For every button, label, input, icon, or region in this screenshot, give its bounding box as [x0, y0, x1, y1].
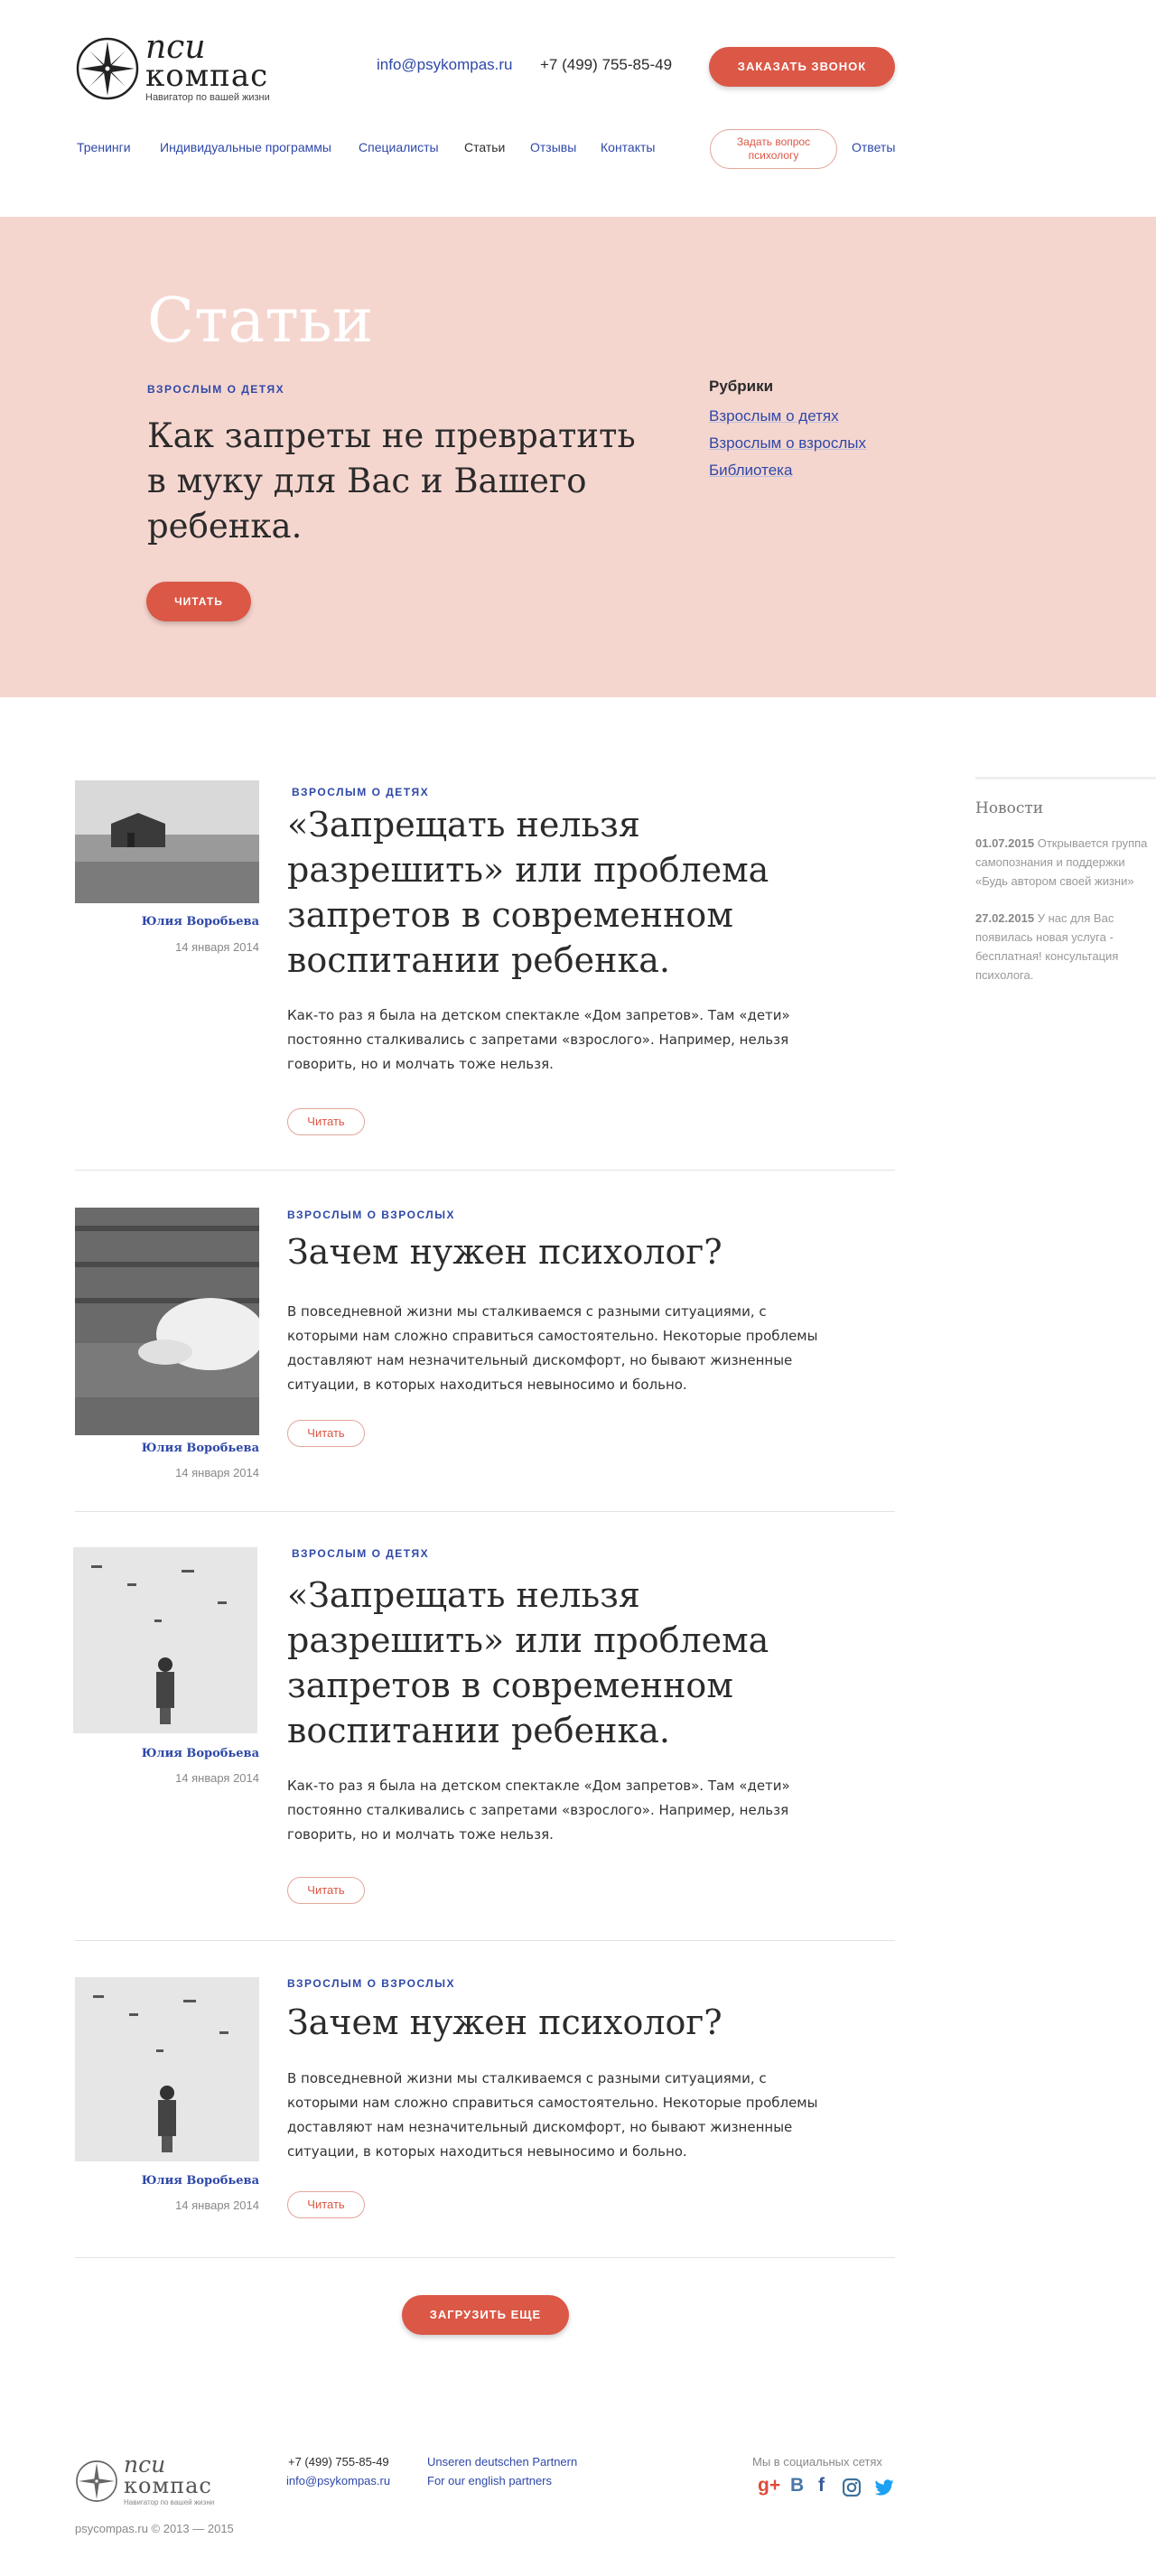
- nav-individual-programs[interactable]: Индивидуальные программы: [160, 140, 331, 154]
- article-card: Юлия Воробьева 14 января 2014 ВЗРОСЛЫМ О…: [75, 1208, 895, 1512]
- article-read-button[interactable]: Читать: [287, 1877, 365, 1904]
- google-plus-icon[interactable]: g+: [758, 2475, 780, 2497]
- article-card: Юлия Воробьева 14 января 2014 ВЗРОСЛЫМ О…: [73, 1547, 895, 1941]
- footer-logo-psi: пси: [124, 2451, 166, 2478]
- article-date: 14 января 2014: [175, 2198, 259, 2212]
- rubric-library[interactable]: Библиотека: [709, 457, 866, 484]
- news-date: 01.07.2015: [975, 836, 1035, 850]
- hero-read-button[interactable]: ЧИТАТЬ: [146, 582, 251, 621]
- article-author[interactable]: Юлия Воробьева: [75, 915, 259, 929]
- article-title[interactable]: Зачем нужен психолог?: [287, 1229, 793, 1274]
- article-card: Юлия Воробьева 14 января 2014 ВЗРОСЛЫМ О…: [75, 780, 895, 1171]
- article-title[interactable]: «Запрещать нельзя разрешить» или проблем…: [287, 802, 793, 983]
- article-author[interactable]: Юлия Воробьева: [75, 1442, 259, 1455]
- article-author[interactable]: Юлия Воробьева: [75, 1747, 259, 1760]
- hero-category[interactable]: ВЗРОСЛЫМ О ДЕТЯХ: [147, 383, 284, 396]
- news-date: 27.02.2015: [975, 911, 1035, 925]
- header-phone: +7 (499) 755-85-49: [540, 56, 673, 73]
- footer-english-partners-link[interactable]: For our english partners: [427, 2474, 552, 2487]
- news-item[interactable]: 27.02.2015 У нас для Вас появилась новая…: [975, 909, 1156, 985]
- article-date: 14 января 2014: [175, 940, 259, 954]
- nav-trainings[interactable]: Тренинги: [77, 140, 131, 154]
- article-read-button[interactable]: Читать: [287, 2191, 365, 2218]
- order-call-button[interactable]: ЗАКАЗАТЬ ЗВОНОК: [709, 47, 895, 87]
- news-title: Новости: [975, 799, 1044, 817]
- vk-icon[interactable]: В: [790, 2475, 804, 2497]
- rubrics: Рубрики Взрослым о детях Взрослым о взро…: [709, 378, 866, 484]
- article-excerpt: В повседневной жизни мы сталкиваемся с р…: [287, 2070, 818, 2160]
- article-category[interactable]: ВЗРОСЛЫМ О ВЗРОСЛЫХ: [287, 1209, 455, 1221]
- copyright: psycompas.ru © 2013 — 2015: [75, 2522, 234, 2535]
- nav-specialists[interactable]: Специалисты: [359, 140, 439, 154]
- compass-logo-icon: [76, 37, 139, 100]
- article-category[interactable]: ВЗРОСЛЫМ О ДЕТЯХ: [292, 1547, 429, 1560]
- facebook-icon[interactable]: f: [818, 2475, 825, 2497]
- logo-tagline: Навигатор по вашей жизни: [145, 92, 270, 103]
- article-date: 14 января 2014: [175, 1771, 259, 1785]
- logo-kompas: компас: [145, 58, 269, 94]
- news-sidebar: Новости 01.07.2015 Открывается группа са…: [975, 777, 1156, 1003]
- footer-phone: +7 (499) 755-85-49: [288, 2455, 389, 2469]
- article-read-button[interactable]: Читать: [287, 1108, 365, 1135]
- hero-section: Статьи ВЗРОСЛЫМ О ДЕТЯХ Как запреты не п…: [0, 217, 1156, 697]
- article-category[interactable]: ВЗРОСЛЫМ О ВЗРОСЛЫХ: [287, 1977, 455, 1990]
- nav-articles[interactable]: Статьи: [464, 140, 505, 154]
- article-read-button[interactable]: Читать: [287, 1420, 365, 1447]
- rubric-adults-about-children[interactable]: Взрослым о детях: [709, 403, 866, 430]
- article-excerpt: Как-то раз я была на детском спектакле «…: [287, 1007, 790, 1072]
- nav-contacts[interactable]: Контакты: [601, 140, 655, 154]
- footer-logo-tagline: Навигатор по вашей жизни: [124, 2498, 215, 2506]
- footer-logo[interactable]: пси компас Навигатор по вашей жизни: [75, 2451, 215, 2506]
- header-email-link[interactable]: info@psykompas.ru: [377, 56, 513, 74]
- article-title[interactable]: «Запрещать нельзя разрешить» или проблем…: [287, 1573, 793, 1753]
- article-title[interactable]: Зачем нужен психолог?: [287, 2000, 793, 2045]
- article-photo[interactable]: [75, 1208, 259, 1435]
- rubric-adults-about-adults[interactable]: Взрослым о взрослых: [709, 430, 866, 457]
- rubrics-title: Рубрики: [709, 378, 774, 395]
- nav-answers[interactable]: Ответы: [852, 140, 895, 154]
- article-photo[interactable]: [75, 780, 259, 903]
- social-title: Мы в социальных сетях: [752, 2455, 882, 2469]
- page-title: Статьи: [147, 285, 374, 357]
- news-item[interactable]: 01.07.2015 Открывается группа самопознан…: [975, 834, 1156, 891]
- article-card: Юлия Воробьева 14 января 2014 ВЗРОСЛЫМ О…: [75, 1977, 895, 2258]
- footer-email-link[interactable]: info@psykompas.ru: [286, 2474, 390, 2487]
- instagram-icon[interactable]: [843, 2478, 861, 2497]
- article-author[interactable]: Юлия Воробьева: [75, 2174, 259, 2188]
- article-excerpt: Как-то раз я была на детском спектакле «…: [287, 1778, 790, 1843]
- article-photo[interactable]: [73, 1547, 257, 1733]
- nav-reviews[interactable]: Отзывы: [530, 140, 576, 154]
- site-header: пси компас Навигатор по вашей жизни info…: [0, 0, 1156, 217]
- logo[interactable]: пси компас Навигатор по вашей жизни: [75, 32, 270, 103]
- load-more-button[interactable]: ЗАГРУЗИТЬ ЕЩЕ: [402, 2295, 569, 2335]
- twitter-icon[interactable]: [873, 2479, 895, 2497]
- ask-psychologist-button[interactable]: Задать вопрос психологу: [710, 129, 837, 169]
- footer-german-partners-link[interactable]: Unseren deutschen Partnern: [427, 2455, 577, 2469]
- article-category[interactable]: ВЗРОСЛЫМ О ДЕТЯХ: [292, 786, 429, 798]
- article-date: 14 января 2014: [175, 1466, 259, 1479]
- footer-logo-kompas: компас: [124, 2473, 212, 2498]
- compass-logo-icon: [76, 2459, 117, 2502]
- hero-headline[interactable]: Как запреты не превратить в муку для Вас…: [147, 414, 653, 549]
- article-photo[interactable]: [75, 1977, 259, 2161]
- article-excerpt: В повседневной жизни мы сталкиваемся с р…: [287, 1303, 818, 1393]
